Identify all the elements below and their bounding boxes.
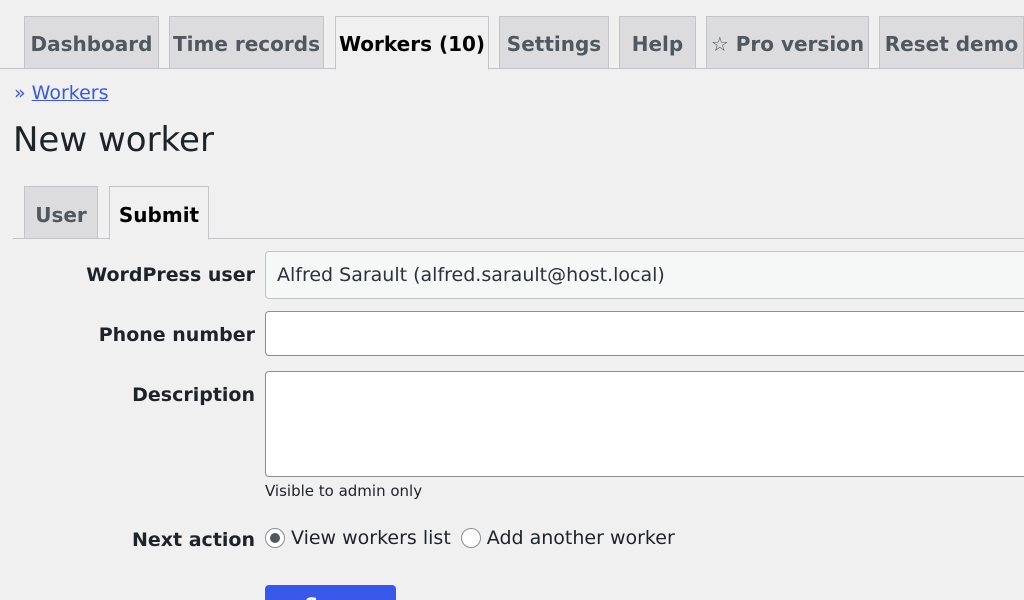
radio-option-add-another-worker[interactable]: Add another worker	[460, 527, 675, 549]
description-textarea[interactable]	[265, 371, 1024, 477]
breadcrumb-link-workers[interactable]: Workers	[32, 82, 109, 104]
sub-tabs: User Submit	[13, 186, 1024, 240]
radio-view-workers-list[interactable]	[265, 528, 285, 548]
tab-help[interactable]: Help	[619, 16, 696, 69]
breadcrumb: » Workers	[14, 82, 109, 104]
page: Dashboard Time records Workers (10) Sett…	[0, 0, 1024, 600]
wordpress-user-label: WordPress user	[86, 264, 255, 286]
next-action-radio-group: View workers list Add another worker	[265, 527, 675, 549]
save-button[interactable]: Save	[265, 585, 396, 600]
radio-option-view-workers-list[interactable]: View workers list	[265, 527, 451, 549]
radio-add-another-worker[interactable]	[460, 528, 481, 548]
breadcrumb-separator: »	[14, 82, 26, 104]
tab-workers[interactable]: Workers (10)	[335, 16, 489, 70]
next-action-label: Next action	[132, 529, 255, 551]
description-help-text: Visible to admin only	[265, 482, 423, 500]
tab-reset-demo[interactable]: Reset demo	[879, 16, 1024, 69]
main-nav-tabs: Dashboard Time records Workers (10) Sett…	[0, 16, 1024, 70]
description-label: Description	[132, 384, 255, 406]
tab-dashboard[interactable]: Dashboard	[24, 16, 159, 69]
phone-number-label: Phone number	[98, 324, 255, 346]
tab-time-records[interactable]: Time records	[169, 16, 324, 69]
tab-settings[interactable]: Settings	[499, 16, 609, 69]
radio-label-add-another-worker: Add another worker	[486, 527, 675, 549]
wordpress-user-field[interactable]: Alfred Sarault (alfred.sarault@host.loca…	[265, 251, 1024, 299]
tab-pro-version[interactable]: ☆ Pro version	[706, 16, 869, 69]
subtab-user[interactable]: User	[24, 186, 98, 239]
radio-label-view-workers-list: View workers list	[291, 527, 451, 549]
phone-number-input[interactable]	[265, 311, 1024, 356]
subtab-submit[interactable]: Submit	[109, 186, 209, 240]
page-title: New worker	[13, 120, 214, 160]
